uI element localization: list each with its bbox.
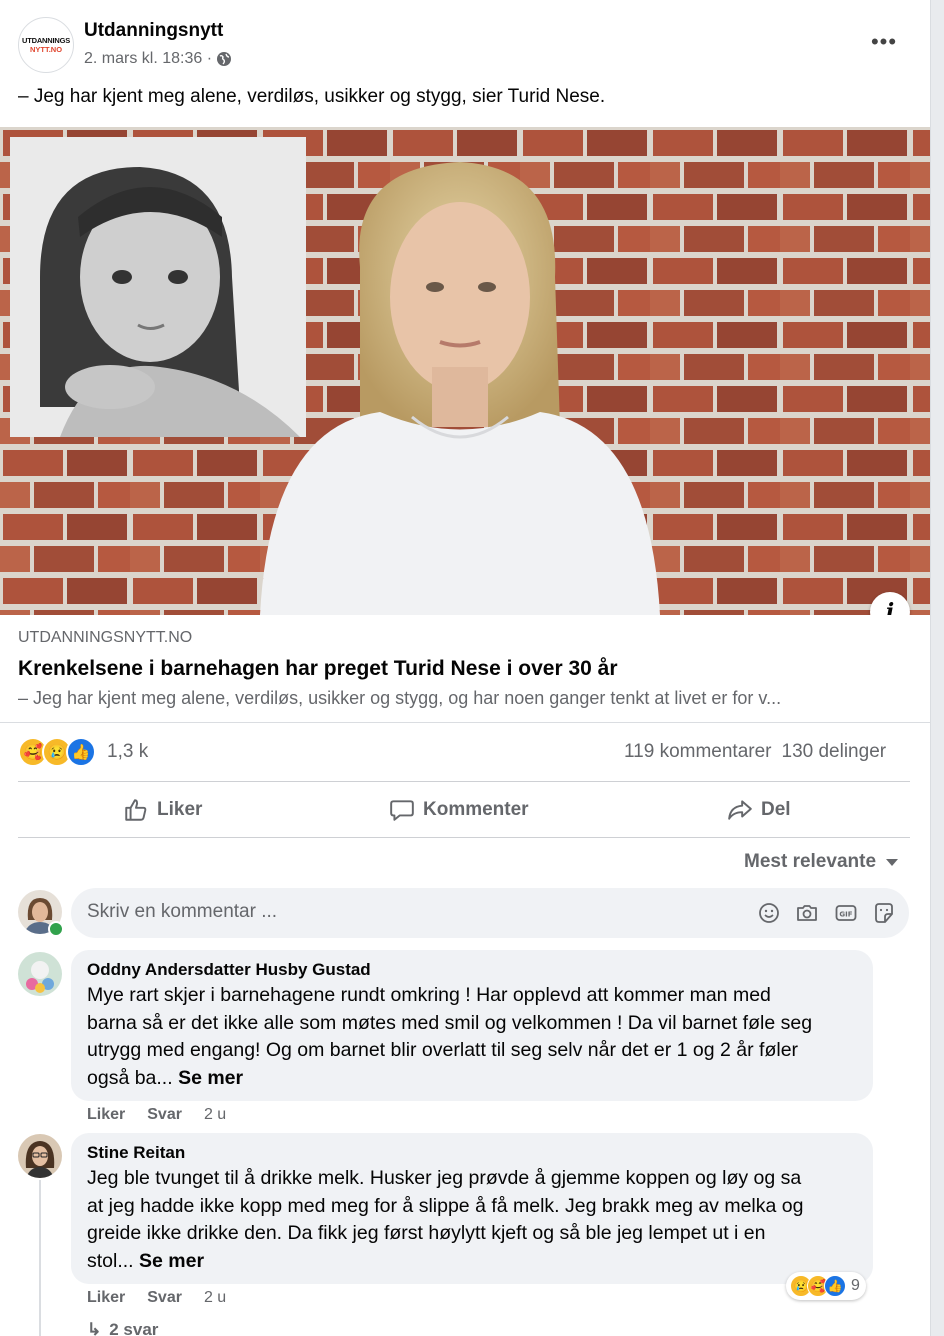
comment-composer[interactable]: GIF	[71, 888, 909, 938]
comment-text: Mye rart skjer i barnehagene rundt omkri…	[87, 982, 812, 1092]
sort-label: Mest relevante	[744, 851, 877, 872]
like-label: Liker	[157, 799, 203, 820]
comment-count[interactable]: 119 kommentarer	[624, 741, 772, 763]
link-preview-image[interactable]	[0, 127, 930, 615]
comment-author[interactable]: Stine Reitan	[87, 1143, 185, 1163]
svg-text:GIF: GIF	[839, 911, 852, 919]
reply-arrow-icon: ↳	[87, 1320, 102, 1336]
comment-line: greide ikke drikke den. Da fikk jeg førs…	[87, 1222, 766, 1244]
comment-actions: Liker Svar 2 u	[87, 1289, 226, 1307]
camera-icon[interactable]	[795, 901, 819, 925]
link-preview-box[interactable]: UTDANNINGSNYTT.NO Krenkelsene i barnehag…	[0, 615, 930, 723]
like-button[interactable]: Liker	[123, 792, 202, 828]
sticker-icon[interactable]	[872, 901, 896, 925]
share-arrow-icon	[728, 800, 752, 820]
link-domain: UTDANNINGSNYTT.NO	[18, 629, 193, 646]
comment-line: også ba...	[87, 1066, 173, 1089]
comment-reaction-count: 9	[851, 1277, 860, 1294]
emoji-icon[interactable]	[757, 901, 781, 925]
caret-down-icon	[886, 858, 899, 866]
share-count[interactable]: 130 delinger	[782, 741, 887, 763]
comment-like-button[interactable]: Liker	[87, 1106, 125, 1124]
comment-icon	[390, 800, 414, 821]
logo-text-bottom: NYTT.NO	[29, 45, 63, 54]
divider	[18, 781, 910, 782]
photo-brick-wall	[0, 127, 930, 615]
comment-line-last: også ba... Se mer	[87, 1065, 812, 1093]
divider	[18, 837, 910, 838]
post-caption: – Jeg har kjent meg alene, verdiløs, usi…	[18, 86, 606, 107]
comment-text: Jeg ble tvunget til å drikke melk. Huske…	[87, 1165, 803, 1275]
comment-time[interactable]: 2 u	[204, 1289, 226, 1307]
page-avatar[interactable]: UTDANNINGS NYTT.NO	[18, 17, 74, 73]
comment-like-button[interactable]: Liker	[87, 1289, 125, 1307]
comment-author[interactable]: Oddny Andersdatter Husby Gustad	[87, 960, 371, 980]
comment-label: Kommenter	[423, 799, 529, 820]
reaction-icons[interactable]: 🥰 😢 👍	[18, 737, 96, 767]
page-name-link[interactable]: Utdanningsnytt	[84, 20, 223, 42]
comment-line: barna så er det ikke alle som møtes med …	[87, 1011, 813, 1034]
share-button[interactable]: Del	[727, 792, 791, 828]
reply-thread-line	[39, 1180, 41, 1336]
comment-line: Jeg ble tvunget til å drikke melk. Huske…	[87, 1167, 802, 1189]
comment-line: stol...	[87, 1249, 134, 1272]
comment-button[interactable]: Kommenter	[389, 792, 529, 828]
link-title[interactable]: Krenkelsene i barnehagen har preget Turi…	[18, 657, 618, 681]
see-more-link[interactable]: Se mer	[178, 1067, 243, 1089]
post-meta: 2. mars kl. 18:36 ·	[84, 50, 232, 68]
comment-reactions[interactable]: 😢 🥰 👍 9	[786, 1272, 866, 1300]
comment-input[interactable]	[87, 901, 687, 923]
view-replies-link[interactable]: ↳ 2 svar	[87, 1320, 158, 1336]
logo-text-top: UTDANNINGS	[22, 36, 70, 45]
online-status-dot	[48, 921, 64, 937]
comment-reply-button[interactable]: Svar	[147, 1106, 182, 1124]
comment-reply-button[interactable]: Svar	[147, 1289, 182, 1307]
globe-icon	[217, 52, 232, 66]
comment-line: utrygg med engang! Og om barnet blir ove…	[87, 1039, 799, 1061]
like-icon: 👍	[824, 1275, 846, 1297]
more-horizontal-icon: •••	[870, 29, 898, 54]
gif-icon[interactable]: GIF	[834, 901, 858, 925]
reaction-count[interactable]: 1,3 k	[107, 741, 148, 763]
like-icon: 👍	[66, 737, 96, 767]
comment-sort-dropdown[interactable]: Mest relevante	[744, 851, 899, 873]
replies-label: 2 svar	[109, 1320, 159, 1336]
comment-actions: Liker Svar 2 u	[87, 1106, 226, 1124]
comment-line: at jeg hadde ikke kopp med meg for å sli…	[87, 1194, 804, 1217]
commenter-avatar[interactable]	[18, 1134, 62, 1178]
thumbs-up-icon	[125, 799, 147, 821]
share-label: Del	[761, 799, 791, 820]
see-more-link[interactable]: Se mer	[139, 1250, 204, 1272]
post-card: UTDANNINGS NYTT.NO Utdanningsnytt 2. mar…	[0, 0, 931, 1336]
commenter-avatar[interactable]	[18, 952, 62, 996]
comment-bubble: Oddny Andersdatter Husby Gustad Mye rart…	[71, 950, 873, 1101]
comment-bubble: Stine Reitan Jeg ble tvunget til å drikk…	[71, 1133, 873, 1284]
comment-time[interactable]: 2 u	[204, 1106, 226, 1124]
post-stats: 119 kommentarer 130 delinger	[624, 741, 886, 763]
comment-line-last: stol... Se mer	[87, 1248, 803, 1276]
link-description: – Jeg har kjent meg alene, verdiløs, usi…	[18, 688, 782, 708]
post-timestamp[interactable]: 2. mars kl. 18:36 ·	[84, 50, 212, 68]
more-options-button[interactable]: •••	[868, 28, 900, 56]
comment-line: Mye rart skjer i barnehagene rundt omkri…	[87, 984, 771, 1006]
